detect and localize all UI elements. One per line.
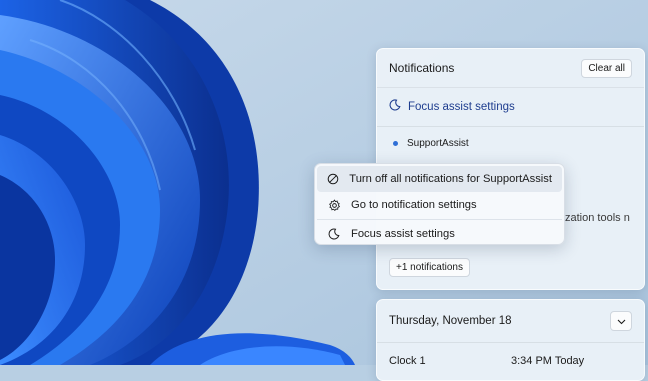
- menu-item-focus-assist[interactable]: Focus assist settings: [317, 221, 562, 247]
- app-group-header: SupportAssist: [377, 127, 644, 159]
- clock-row: Clock 1 3:34 PM Today: [377, 349, 644, 373]
- more-notifications-button[interactable]: +1 notifications: [389, 258, 470, 277]
- notification-snippet: zation tools n: [565, 212, 630, 224]
- menu-separator: [317, 219, 562, 220]
- context-menu: Turn off all notifications for SupportAs…: [314, 163, 565, 245]
- menu-item-turn-off-notifications[interactable]: Turn off all notifications for SupportAs…: [317, 166, 562, 192]
- expand-calendar-button[interactable]: [610, 311, 632, 331]
- notifications-header: Notifications Clear all: [377, 49, 644, 88]
- clock-label: Clock 1: [389, 355, 426, 367]
- app-name: SupportAssist: [407, 137, 469, 149]
- menu-item-label: Go to notification settings: [351, 199, 477, 211]
- clock-time: 3:34 PM Today: [511, 355, 585, 367]
- menu-item-label: Focus assist settings: [351, 228, 455, 240]
- calendar-date: Thursday, November 18: [389, 315, 512, 327]
- focus-assist-link[interactable]: Focus assist settings: [377, 88, 644, 127]
- notifications-title: Notifications: [389, 61, 455, 75]
- calendar-panel: Thursday, November 18 Clock 1 3:34 PM To…: [376, 299, 645, 381]
- clear-all-button[interactable]: Clear all: [581, 58, 632, 78]
- moon-icon: [389, 98, 401, 116]
- moon-icon: [327, 227, 341, 241]
- block-icon: [327, 172, 339, 186]
- supportassist-app-icon: [393, 140, 398, 146]
- focus-assist-label: Focus assist settings: [408, 101, 515, 113]
- menu-item-notification-settings[interactable]: Go to notification settings: [317, 192, 562, 218]
- chevron-down-icon: [617, 312, 626, 330]
- menu-item-label: Turn off all notifications for SupportAs…: [349, 173, 552, 185]
- gear-icon: [327, 198, 341, 212]
- calendar-header: Thursday, November 18: [377, 300, 644, 343]
